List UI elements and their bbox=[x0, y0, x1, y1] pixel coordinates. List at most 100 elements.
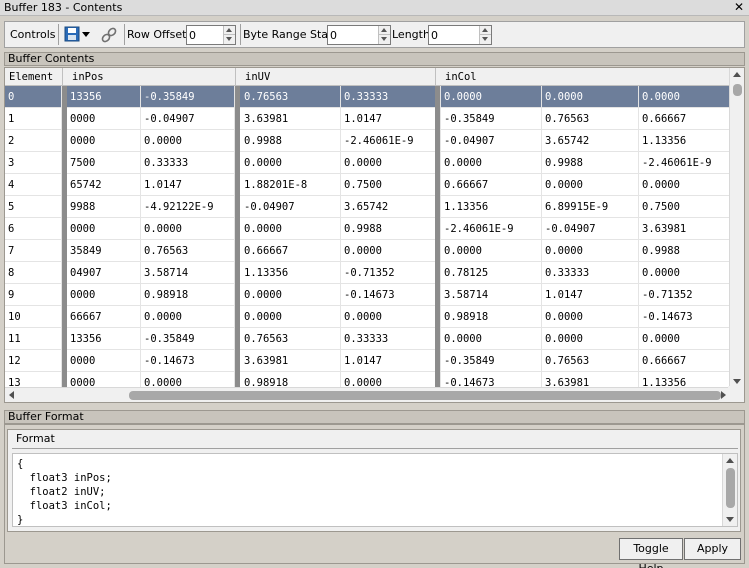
apply-button[interactable]: Apply bbox=[684, 538, 741, 560]
cell-incol-y[interactable]: 3.63981 bbox=[542, 372, 639, 388]
cell-incol-x[interactable]: -0.14673 bbox=[441, 372, 542, 388]
cell-incol-x[interactable]: -2.46061E-9 bbox=[441, 218, 542, 240]
format-editor[interactable]: { float3 inPos; float2 inUV; float3 inCo… bbox=[12, 453, 738, 527]
cell-incol-z[interactable]: 0.0000 bbox=[639, 328, 730, 350]
cell-element[interactable]: 1 bbox=[5, 108, 62, 130]
length-stepper[interactable]: 0 bbox=[428, 25, 492, 45]
cell-element[interactable]: 3 bbox=[5, 152, 62, 174]
cell-inuv-y[interactable]: -0.14673 bbox=[341, 284, 441, 306]
cell-inpos-x[interactable]: 0000 bbox=[67, 218, 141, 240]
cell-incol-y[interactable]: 0.0000 bbox=[542, 174, 639, 196]
cell-incol-y[interactable]: 0.0000 bbox=[542, 86, 639, 108]
cell-inpos-x[interactable]: 35849 bbox=[67, 240, 141, 262]
table-row[interactable]: 13 0000 0.0000 0.98918 0.0000 -0.14673 3.63981… bbox=[5, 372, 730, 388]
cell-incol-y[interactable]: 0.33333 bbox=[542, 262, 639, 284]
table-row[interactable]: 10 66667 0.0000 0.0000 0.0000 0.98918 0.0000 -0… bbox=[5, 306, 730, 328]
cell-inuv-x[interactable]: 0.0000 bbox=[241, 306, 341, 328]
cell-inuv-x[interactable]: 3.63981 bbox=[241, 350, 341, 372]
link-icon[interactable] bbox=[100, 26, 118, 44]
row-offset-stepper[interactable]: 0 bbox=[186, 25, 236, 45]
length-value[interactable]: 0 bbox=[431, 29, 438, 42]
cell-inpos-x[interactable]: 0000 bbox=[67, 284, 141, 306]
cell-inuv-x[interactable]: 0.76563 bbox=[241, 328, 341, 350]
scroll-up-icon[interactable] bbox=[733, 72, 741, 77]
table-row[interactable]: 0 13356 -0.35849 0.76563 0.33333 0.0000 0.0000… bbox=[5, 86, 730, 108]
cell-inpos-y[interactable]: -0.35849 bbox=[141, 328, 235, 350]
cell-incol-y[interactable]: -0.04907 bbox=[542, 218, 639, 240]
cell-inuv-y[interactable]: 0.33333 bbox=[341, 86, 441, 108]
cell-incol-x[interactable]: -0.04907 bbox=[441, 130, 542, 152]
cell-inuv-y[interactable]: 0.0000 bbox=[341, 306, 441, 328]
cell-inpos-x[interactable]: 0000 bbox=[67, 372, 141, 388]
cell-incol-z[interactable]: -0.14673 bbox=[639, 306, 730, 328]
save-icon[interactable] bbox=[64, 26, 80, 42]
column-header-inpos[interactable]: inPos bbox=[68, 68, 236, 86]
chevron-down-icon[interactable] bbox=[82, 32, 90, 37]
cell-element[interactable]: 6 bbox=[5, 218, 62, 240]
cell-inpos-y[interactable]: 3.58714 bbox=[141, 262, 235, 284]
code-line[interactable]: float2 inUV; bbox=[17, 486, 106, 498]
cell-incol-y[interactable]: 1.0147 bbox=[542, 284, 639, 306]
cell-element[interactable]: 11 bbox=[5, 328, 62, 350]
cell-inuv-y[interactable]: 3.65742 bbox=[341, 196, 441, 218]
cell-incol-z[interactable]: 1.13356 bbox=[639, 130, 730, 152]
cell-incol-z[interactable]: 0.0000 bbox=[639, 86, 730, 108]
table-row[interactable]: 12 0000 -0.14673 3.63981 1.0147 -0.35849 0.765… bbox=[5, 350, 730, 372]
cell-incol-z[interactable]: 0.9988 bbox=[639, 240, 730, 262]
scroll-thumb[interactable] bbox=[726, 468, 735, 508]
cell-element[interactable]: 8 bbox=[5, 262, 62, 284]
scroll-right-icon[interactable] bbox=[721, 391, 726, 399]
cell-inpos-y[interactable]: 0.0000 bbox=[141, 130, 235, 152]
cell-inuv-x[interactable]: 0.0000 bbox=[241, 284, 341, 306]
stepper-up-icon[interactable] bbox=[480, 26, 491, 35]
cell-inuv-y[interactable]: 1.0147 bbox=[341, 350, 441, 372]
cell-inuv-y[interactable]: 0.0000 bbox=[341, 240, 441, 262]
cell-incol-z[interactable]: 1.13356 bbox=[639, 372, 730, 388]
table-row[interactable]: 6 0000 0.0000 0.0000 0.9988 -2.46061E-9 -0.049… bbox=[5, 218, 730, 240]
cell-incol-x[interactable]: 3.58714 bbox=[441, 284, 542, 306]
cell-inuv-y[interactable]: -0.71352 bbox=[341, 262, 441, 284]
cell-incol-z[interactable]: 0.66667 bbox=[639, 350, 730, 372]
cell-inpos-x[interactable]: 0000 bbox=[67, 108, 141, 130]
cell-incol-x[interactable]: -0.35849 bbox=[441, 108, 542, 130]
table-row[interactable]: 3 7500 0.33333 0.0000 0.0000 0.0000 0.9988 -2.4… bbox=[5, 152, 730, 174]
close-icon[interactable]: ✕ bbox=[733, 0, 745, 14]
column-divider[interactable] bbox=[235, 86, 240, 388]
cell-incol-x[interactable]: 0.0000 bbox=[441, 86, 542, 108]
table-row[interactable]: 1 0000 -0.04907 3.63981 1.0147 -0.35849 0.7656… bbox=[5, 108, 730, 130]
cell-inpos-y[interactable]: 0.33333 bbox=[141, 152, 235, 174]
column-header-element[interactable]: Element bbox=[5, 68, 63, 86]
cell-incol-y[interactable]: 0.76563 bbox=[542, 108, 639, 130]
cell-inuv-x[interactable]: 0.9988 bbox=[241, 130, 341, 152]
table-row[interactable]: 2 0000 0.0000 0.9988 -2.46061E-9 -0.04907 3.65… bbox=[5, 130, 730, 152]
cell-element[interactable]: 10 bbox=[5, 306, 62, 328]
cell-incol-y[interactable]: 0.9988 bbox=[542, 152, 639, 174]
cell-element[interactable]: 5 bbox=[5, 196, 62, 218]
cell-inpos-x[interactable]: 13356 bbox=[67, 328, 141, 350]
cell-inpos-y[interactable]: 0.0000 bbox=[141, 372, 235, 388]
cell-inuv-y[interactable]: 0.9988 bbox=[341, 218, 441, 240]
scroll-thumb[interactable] bbox=[733, 84, 742, 96]
cell-inuv-x[interactable]: 1.88201E-8 bbox=[241, 174, 341, 196]
cell-inuv-x[interactable]: 0.76563 bbox=[241, 86, 341, 108]
cell-inuv-y[interactable]: -2.46061E-9 bbox=[341, 130, 441, 152]
cell-inpos-x[interactable]: 04907 bbox=[67, 262, 141, 284]
cell-incol-z[interactable]: 3.63981 bbox=[639, 218, 730, 240]
code-line[interactable]: { bbox=[17, 458, 23, 470]
cell-incol-x[interactable]: 0.0000 bbox=[441, 240, 542, 262]
cell-element[interactable]: 13 bbox=[5, 372, 62, 388]
stepper-up-icon[interactable] bbox=[379, 26, 390, 35]
cell-inuv-x[interactable]: 0.0000 bbox=[241, 218, 341, 240]
cell-element[interactable]: 2 bbox=[5, 130, 62, 152]
cell-incol-x[interactable]: -0.35849 bbox=[441, 350, 542, 372]
cell-element[interactable]: 4 bbox=[5, 174, 62, 196]
code-line[interactable]: float3 inPos; bbox=[17, 472, 112, 484]
column-divider[interactable] bbox=[62, 86, 67, 388]
cell-incol-z[interactable]: 0.0000 bbox=[639, 262, 730, 284]
cell-incol-x[interactable]: 0.78125 bbox=[441, 262, 542, 284]
cell-incol-z[interactable]: -0.71352 bbox=[639, 284, 730, 306]
cell-inpos-x[interactable]: 0000 bbox=[67, 130, 141, 152]
cell-inpos-x[interactable]: 0000 bbox=[67, 350, 141, 372]
cell-inpos-y[interactable]: -0.35849 bbox=[141, 86, 235, 108]
cell-incol-y[interactable]: 0.0000 bbox=[542, 240, 639, 262]
